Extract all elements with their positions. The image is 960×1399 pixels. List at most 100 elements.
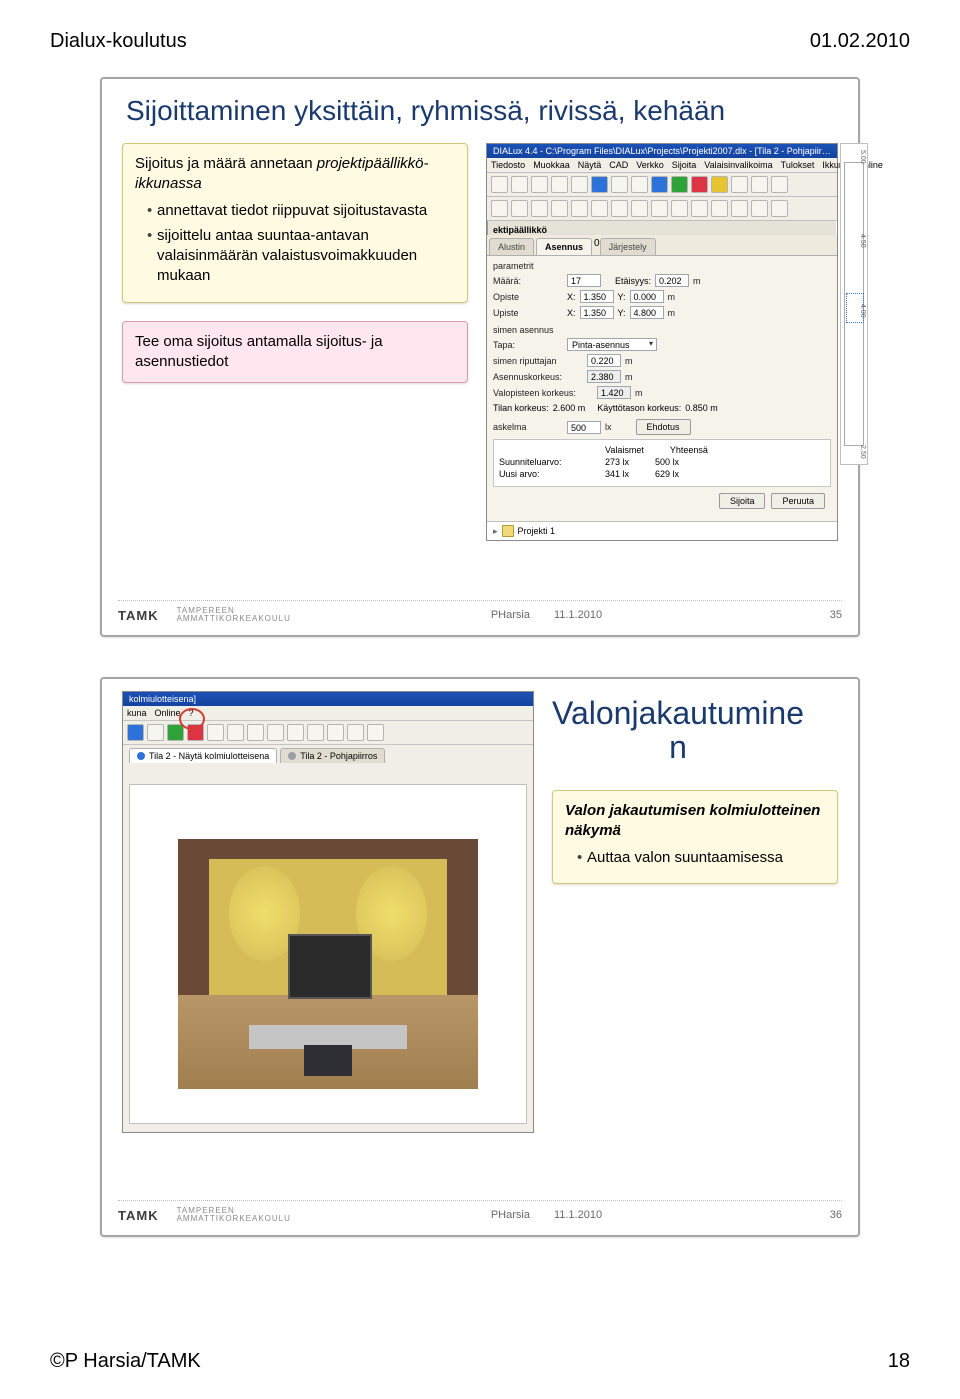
toolbar-icon[interactable]: [127, 724, 144, 741]
toolbar-icon[interactable]: [671, 200, 688, 217]
toolbar-icon[interactable]: [531, 200, 548, 217]
tab-alustin[interactable]: Alustin: [489, 238, 534, 255]
toolbar-icon[interactable]: [751, 176, 768, 193]
slide-number: 35: [802, 609, 842, 621]
toolbar-icon[interactable]: [611, 200, 628, 217]
input-maara[interactable]: 17: [567, 274, 601, 287]
slide2-footer: TAMK TAMPEREEN AMMATTIKORKEAKOULU PHarsi…: [118, 1200, 842, 1223]
toolbar-icon[interactable]: [591, 200, 608, 217]
toolbar-icon[interactable]: [571, 200, 588, 217]
tab-jarjestely[interactable]: Järjestely: [600, 238, 656, 255]
toolbar-icon[interactable]: [631, 200, 648, 217]
toolbar-icon[interactable]: [651, 200, 668, 217]
param-grid: parametrit Määrä: 17 Etäisyys: 0.202 m O…: [487, 255, 837, 521]
toolbar-icon[interactable]: [267, 724, 284, 741]
input-opiste-x[interactable]: 1.350: [580, 290, 614, 303]
input-upiste-x[interactable]: 1.350: [580, 306, 614, 319]
app-toolbar: [487, 173, 837, 197]
toolbar-icon[interactable]: [651, 176, 668, 193]
toolbar-icon[interactable]: [227, 724, 244, 741]
input-asennuskork: 2.380: [587, 370, 621, 383]
app-menubar[interactable]: Tiedosto Muokkaa Näytä CAD Verkko Sijoit…: [487, 158, 837, 173]
input-riputtajan[interactable]: 0.220: [587, 354, 621, 367]
title-line1: Valonjakautumine: [552, 695, 804, 731]
select-asennustapa[interactable]: Pinta-asennus: [567, 338, 657, 351]
toolbar-icon[interactable]: [247, 724, 264, 741]
tab-asennus[interactable]: Asennus: [536, 238, 592, 255]
menu-item[interactable]: Valaisinvalikoima: [704, 160, 772, 170]
toolbar-icon[interactable]: [691, 200, 708, 217]
ehdotus-button[interactable]: Ehdotus: [636, 419, 691, 435]
unit-m: m: [625, 372, 633, 382]
input-etaisyys[interactable]: 0.202: [655, 274, 689, 287]
toolbar-icon[interactable]: [751, 200, 768, 217]
menu-item[interactable]: Verkko: [636, 160, 664, 170]
lbl-parametrit: parametrit: [493, 261, 563, 271]
toolbar-icon[interactable]: [611, 176, 628, 193]
tab-plan[interactable]: Tila 2 - Pohjapiirros: [280, 748, 385, 763]
toolbar-icon[interactable]: [771, 176, 788, 193]
toolbar-icon[interactable]: [711, 200, 728, 217]
slide1-title: Sijoittaminen yksittäin, ryhmissä, rivis…: [126, 95, 838, 127]
toolbar-icon[interactable]: [591, 176, 608, 193]
toolbar-icon[interactable]: [491, 176, 508, 193]
menu-item[interactable]: Sijoita: [672, 160, 697, 170]
input-askelma[interactable]: 500: [567, 421, 601, 434]
lbl-tapa: Tapa:: [493, 340, 563, 350]
lbl-upiste: Upiste: [493, 308, 563, 318]
toolbar-icon[interactable]: [367, 724, 384, 741]
menu-item[interactable]: Tiedosto: [491, 160, 525, 170]
tab-3d[interactable]: Tila 2 - Näytä kolmiulotteisena: [129, 748, 277, 763]
tamk-logo: TAMK: [118, 608, 159, 623]
res2-c3: 629 lx: [655, 469, 679, 479]
project-tree[interactable]: ▸ Projekti 1: [487, 521, 837, 540]
bullet-1: Auttaa valon suuntaamisessa: [577, 848, 825, 868]
toolbar-icon[interactable]: [671, 176, 688, 193]
menu-item[interactable]: Muokkaa: [533, 160, 570, 170]
floor-plan-view[interactable]: 5.00 4.50 4.00 2.50: [840, 143, 868, 465]
toolbar-icon[interactable]: [631, 176, 648, 193]
toolbar-icon[interactable]: [551, 176, 568, 193]
tab-label: Tila 2 - Näytä kolmiulotteisena: [149, 751, 269, 761]
toolbar-icon[interactable]: [327, 724, 344, 741]
toolbar-icon[interactable]: [167, 724, 184, 741]
sijoita-button[interactable]: Sijoita: [719, 493, 766, 509]
toolbar-icon[interactable]: [731, 200, 748, 217]
toolbar-icon[interactable]: [491, 200, 508, 217]
render-area[interactable]: [129, 784, 527, 1124]
toolbar-icon[interactable]: [207, 724, 224, 741]
header-left: Dialux-koulutus: [50, 30, 187, 53]
menu-item[interactable]: kuna: [127, 708, 147, 718]
toolbar-icon[interactable]: [571, 176, 588, 193]
res2-c1: Uusi arvo:: [499, 469, 579, 479]
toolbar-icon[interactable]: [347, 724, 364, 741]
menu-item[interactable]: Näytä: [578, 160, 602, 170]
tab-label: Tila 2 - Pohjapiirros: [300, 751, 377, 761]
input-opiste-y[interactable]: 0.000: [630, 290, 664, 303]
toolbar-icon[interactable]: [531, 176, 548, 193]
result-box: Valaismet Yhteensä Suunniteluarvo: 273 l…: [493, 439, 831, 487]
toolbar-icon[interactable]: [551, 200, 568, 217]
toolbar-icon[interactable]: [511, 176, 528, 193]
peruuta-button[interactable]: Peruuta: [771, 493, 825, 509]
menu-item[interactable]: Online: [155, 708, 181, 718]
toolbar-icon[interactable]: [771, 200, 788, 217]
footer-right: 18: [888, 1350, 910, 1373]
input-upiste-y[interactable]: 4.800: [630, 306, 664, 319]
slide-number: 36: [802, 1209, 842, 1221]
panel-tabs: Alustin Asennus0 Järjestely: [487, 235, 837, 255]
lbl-asennus: simen asennus: [493, 325, 554, 335]
toolbar-icon[interactable]: [691, 176, 708, 193]
toolbar-icon[interactable]: [511, 200, 528, 217]
toolbar-icon[interactable]: [307, 724, 324, 741]
toolbar-icon[interactable]: [731, 176, 748, 193]
toolbar-icon[interactable]: [147, 724, 164, 741]
menu-item[interactable]: CAD: [609, 160, 628, 170]
toolbar-icon[interactable]: [711, 176, 728, 193]
app-titlebar: DIALux 4.4 - C:\Program Files\DIALux\Pro…: [487, 144, 837, 158]
toolbar-icon[interactable]: [287, 724, 304, 741]
menu-item[interactable]: Tulokset: [781, 160, 815, 170]
lbl-tilakork: Tilan korkeus:: [493, 403, 549, 413]
unit-m: m: [635, 388, 643, 398]
slide-1: Sijoittaminen yksittäin, ryhmissä, rivis…: [100, 77, 860, 637]
